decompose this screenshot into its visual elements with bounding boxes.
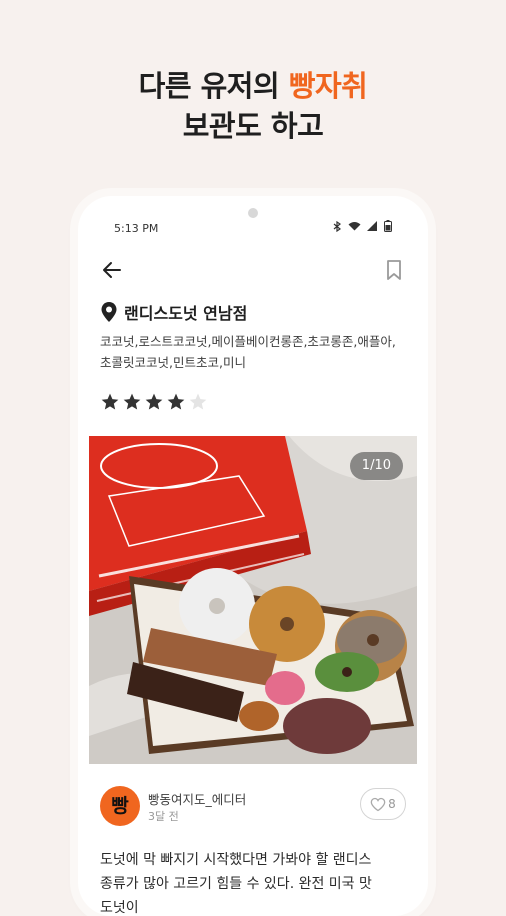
star-icon-filled: [101, 393, 119, 410]
map-pin-icon: [101, 302, 117, 322]
place-header: 랜디스도넛 연남점: [100, 300, 247, 324]
status-bar: 5:13 PM: [78, 218, 428, 238]
status-time: 5:13 PM: [114, 222, 159, 235]
headline: 다른 유저의 빵자취 보관도 하고: [0, 66, 506, 146]
back-arrow-icon[interactable]: [100, 258, 124, 282]
star-icon-filled: [123, 393, 141, 410]
camera-dot: [248, 208, 258, 218]
headline-accent: 빵자취: [288, 69, 368, 103]
star-icon-empty: [189, 393, 207, 410]
photo-counter: 1/10: [349, 452, 403, 480]
headline-prefix: 다른 유저의: [138, 69, 289, 103]
bluetooth-icon: [333, 220, 342, 232]
headline-line-2: 보관도 하고: [182, 109, 324, 143]
like-button[interactable]: 8: [360, 788, 406, 820]
review-text: 도넛에 막 빠지기 시작했다면 가봐야 할 랜디스 종류가 많아 고르기 힘들 …: [100, 852, 372, 916]
review-photo[interactable]: 1/10: [89, 436, 417, 764]
battery-icon: [384, 220, 392, 232]
rating-stars: [100, 392, 208, 412]
signal-icon: [367, 221, 377, 231]
star-icon-filled: [167, 393, 185, 410]
author-name[interactable]: 빵동여지도_에디터: [148, 789, 246, 808]
place-name[interactable]: 랜디스도넛 연남점: [124, 300, 247, 324]
headline-line-1: 다른 유저의 빵자취: [0, 66, 506, 106]
heart-icon: [370, 797, 386, 811]
author-row: 빵 빵동여지도_에디터 3달 전 8: [100, 786, 406, 828]
avatar[interactable]: 빵: [100, 786, 140, 826]
donut-box-photo: [89, 436, 417, 764]
status-icons: [333, 220, 392, 232]
post-time: 3달 전: [148, 810, 179, 823]
wifi-icon: [348, 222, 361, 231]
phone-frame: 5:13 PM 랜디스도넛 연남점 코코넛,로스트코코넛,메이플베이컨롱존,초코…: [78, 196, 428, 916]
star-icon-filled: [145, 393, 163, 410]
menu-tags: 코코넛,로스트코코넛,메이플베이컨롱존,초코롱존,애플아,초콜릿코코넛,민트초코…: [100, 334, 396, 370]
bookmark-icon[interactable]: [382, 258, 406, 282]
like-count: 8: [388, 797, 396, 811]
app-bar: [78, 252, 428, 292]
